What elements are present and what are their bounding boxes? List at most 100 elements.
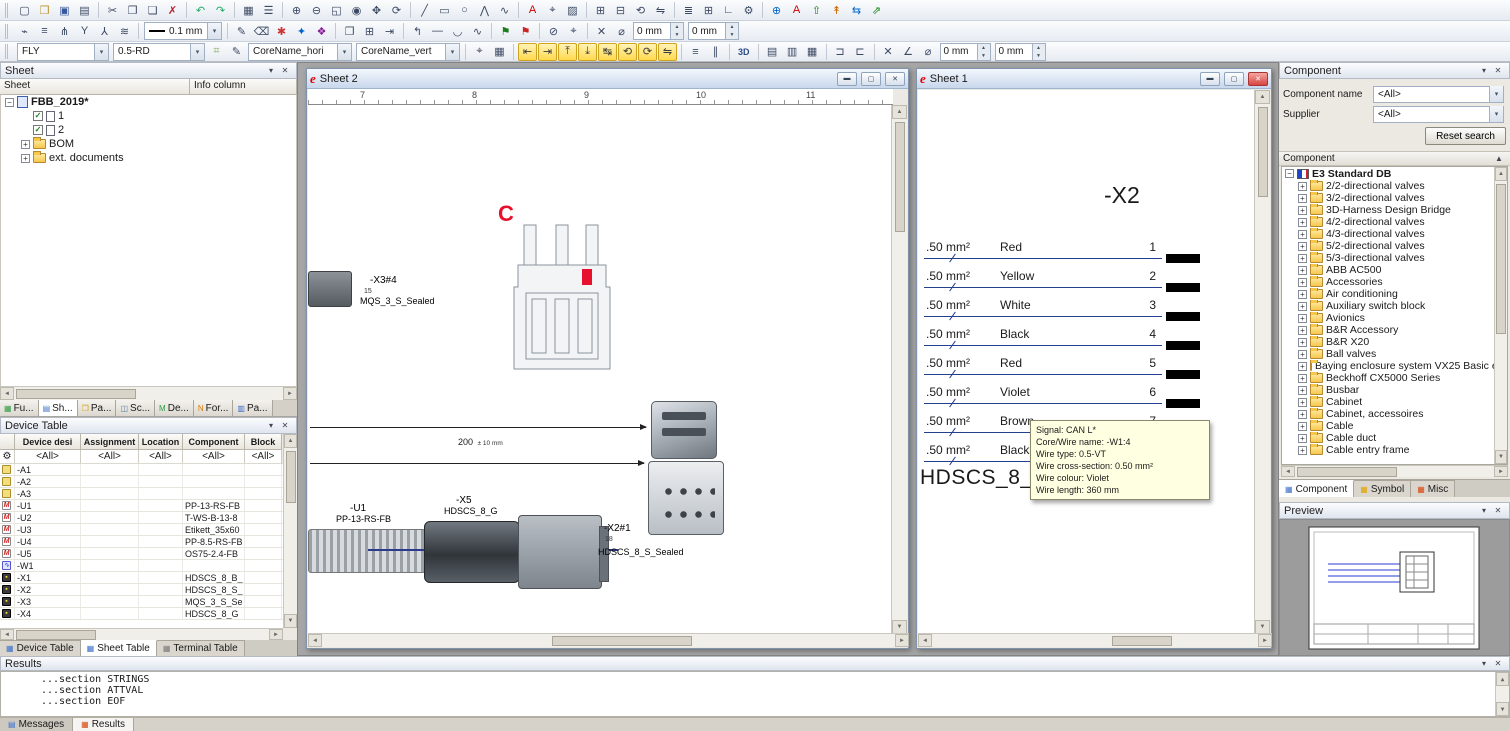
device-designation-cell[interactable]: -A2 [15, 476, 81, 487]
connector-x2-table-label[interactable]: -X2 [1104, 182, 1140, 209]
collapse-icon[interactable]: − [5, 98, 14, 107]
column-header-info[interactable]: Info column [190, 79, 297, 94]
component-category[interactable]: + 5/2-directional valves [1282, 240, 1507, 252]
filter-cell[interactable]: <All> [15, 450, 81, 463]
results-log[interactable]: ▲ ▼ ...section STRINGS...section ATTVAL.… [0, 671, 1510, 717]
location-cell[interactable] [139, 536, 183, 547]
component-cell[interactable]: PP-13-RS-FB [183, 500, 245, 511]
line-tool-icon[interactable]: ╱ [415, 1, 434, 19]
component-category[interactable]: + 5/3-directional valves [1282, 252, 1507, 264]
expand-icon[interactable]: + [21, 154, 30, 163]
filter-cell[interactable]: <All> [139, 450, 183, 463]
plug-icon[interactable]: ⊐ [831, 43, 850, 61]
connector-3d-top-graphic[interactable] [651, 401, 717, 459]
component-cell[interactable]: HDSCS_8_B_ [183, 572, 245, 583]
location-cell[interactable] [139, 464, 183, 475]
component-category[interactable]: + Beckhoff CX5000 Series [1282, 372, 1507, 384]
component-category[interactable]: + Cabinet, accessoires [1282, 408, 1507, 420]
assignment-cell[interactable] [81, 476, 139, 487]
mirror-icon[interactable]: ⇋ [651, 1, 670, 19]
pin-number[interactable]: 3 [1120, 298, 1156, 312]
sheet-frame-icon[interactable]: ▦ [490, 43, 509, 61]
component-category[interactable]: + Cable [1282, 420, 1507, 432]
line-width-combo[interactable]: 0.1 mm ▾ [144, 22, 222, 40]
chevron-down-icon[interactable]: ▾ [94, 44, 108, 60]
filter-cell[interactable]: <All> [183, 450, 245, 463]
scroll-thumb[interactable] [286, 451, 296, 503]
chevron-down-icon[interactable]: ▾ [337, 44, 351, 60]
component-tab[interactable]: ▦ Symbol [1354, 480, 1411, 497]
x-coordinate-field[interactable]: 0 mm ▲▼ [633, 22, 684, 40]
table-row[interactable]: -A3 [0, 488, 283, 500]
wire-cross-section[interactable]: .50 mm² [926, 356, 970, 370]
diameter-icon[interactable]: ⌀ [612, 22, 631, 40]
settings-icon[interactable]: ⚙ [739, 1, 758, 19]
minimize-icon[interactable]: ▬ [1200, 72, 1220, 86]
connector-x3-component[interactable]: MQS_3_S_Sealed [360, 296, 435, 306]
sheet-tree-item[interactable]: + ✓ 1 [1, 109, 296, 123]
target-snap-icon[interactable]: ⌖ [470, 43, 489, 61]
close-icon[interactable]: ✕ [1491, 64, 1505, 77]
component-category[interactable]: + Baying enclosure system VX25 Basic enc… [1282, 360, 1507, 372]
expand-icon[interactable]: + [1298, 326, 1307, 335]
scroll-right-icon[interactable]: ► [895, 634, 909, 647]
location-cell[interactable] [139, 572, 183, 583]
assignment-cell[interactable] [81, 596, 139, 607]
block-cell[interactable] [245, 488, 282, 499]
expand-icon[interactable]: + [1298, 266, 1307, 275]
assignment-cell[interactable] [81, 500, 139, 511]
rotate-cw-icon[interactable]: ⟳ [638, 43, 657, 61]
group-icon[interactable]: ⊞ [591, 1, 610, 19]
connector-x3-pin-count[interactable]: 15 [364, 288, 372, 295]
expand-icon[interactable]: + [21, 140, 30, 149]
wire-line[interactable] [924, 287, 1162, 288]
wire-cross-section[interactable]: .50 mm² [926, 327, 970, 341]
scroll-left-icon[interactable]: ◄ [0, 387, 14, 400]
device-designation-cell[interactable]: -U1 [15, 500, 81, 511]
device-u1-component[interactable]: PP-13-RS-FB [336, 514, 391, 524]
dock-tab[interactable]: ◫ Sc... [116, 400, 155, 416]
device-designation-cell[interactable]: -U5 [15, 548, 81, 559]
chevron-down-icon[interactable]: ▾ [1489, 86, 1503, 102]
wire-line[interactable] [924, 258, 1162, 259]
offset-icon[interactable]: ⇥ [380, 22, 399, 40]
scroll-thumb[interactable] [1496, 184, 1506, 334]
dimension-line-lower[interactable] [310, 463, 644, 464]
sheet1-vscrollbar[interactable]: ▲ ▼ [1254, 90, 1270, 634]
list-view-icon[interactable]: ☰ [259, 1, 278, 19]
scroll-thumb[interactable] [1258, 107, 1268, 197]
y-coordinate-field[interactable]: 0 mm ▲▼ [688, 22, 739, 40]
device-designation-cell[interactable]: -X3 [15, 596, 81, 607]
wire-color-icon[interactable]: ⌗ [207, 43, 226, 61]
assignment-cell[interactable] [81, 464, 139, 475]
dock-tab[interactable]: N For... [194, 400, 234, 416]
rectangle-tool-icon[interactable]: ▭ [435, 1, 454, 19]
connector-x2-graphic[interactable] [518, 515, 602, 589]
dimension-label[interactable]: 200 ± 10 mm [458, 437, 503, 447]
assignment-cell[interactable] [81, 560, 139, 571]
assignment-cell[interactable] [81, 608, 139, 619]
grid-toggle-icon[interactable]: ⊞ [699, 1, 718, 19]
table-row[interactable]: M -U5 OS75-2.4-FB [0, 548, 283, 560]
component-cell[interactable]: HDSCS_8_G [183, 608, 245, 619]
location-cell[interactable] [139, 476, 183, 487]
route-icon[interactable]: ⇗ [867, 1, 886, 19]
redo-icon[interactable]: ↷ [211, 1, 230, 19]
columns-distribute-icon[interactable]: ∥ [706, 43, 725, 61]
curve-icon[interactable]: ◡ [448, 22, 467, 40]
cut-icon[interactable]: ✂ [103, 1, 122, 19]
connector-type-label[interactable]: HDSCS_8_ [920, 466, 1033, 490]
expand-icon[interactable]: + [1298, 278, 1307, 287]
sheet2-titlebar[interactable]: e Sheet 2 ▬ ▢ ✕ [307, 69, 908, 89]
table-row[interactable]: ▪ -X3 MQS_3_S_Se [0, 596, 283, 608]
rotate-icon[interactable]: ⟲ [631, 1, 650, 19]
measure-icon[interactable]: ⌀ [919, 43, 938, 61]
zoom-in-icon[interactable]: ⊕ [287, 1, 306, 19]
location-cell[interactable] [139, 596, 183, 607]
close-icon[interactable]: ✕ [1248, 72, 1268, 86]
rename-icon[interactable]: ✎ [227, 43, 246, 61]
spinner-arrows[interactable]: ▲▼ [1032, 44, 1045, 60]
wire-row[interactable]: .50 mm² White 3 [924, 290, 1204, 319]
sheet2-window[interactable]: e Sheet 2 ▬ ▢ ✕ 7891011 -X3#4 15 MQS_3_S… [306, 68, 909, 649]
expand-icon[interactable]: + [1298, 446, 1307, 455]
